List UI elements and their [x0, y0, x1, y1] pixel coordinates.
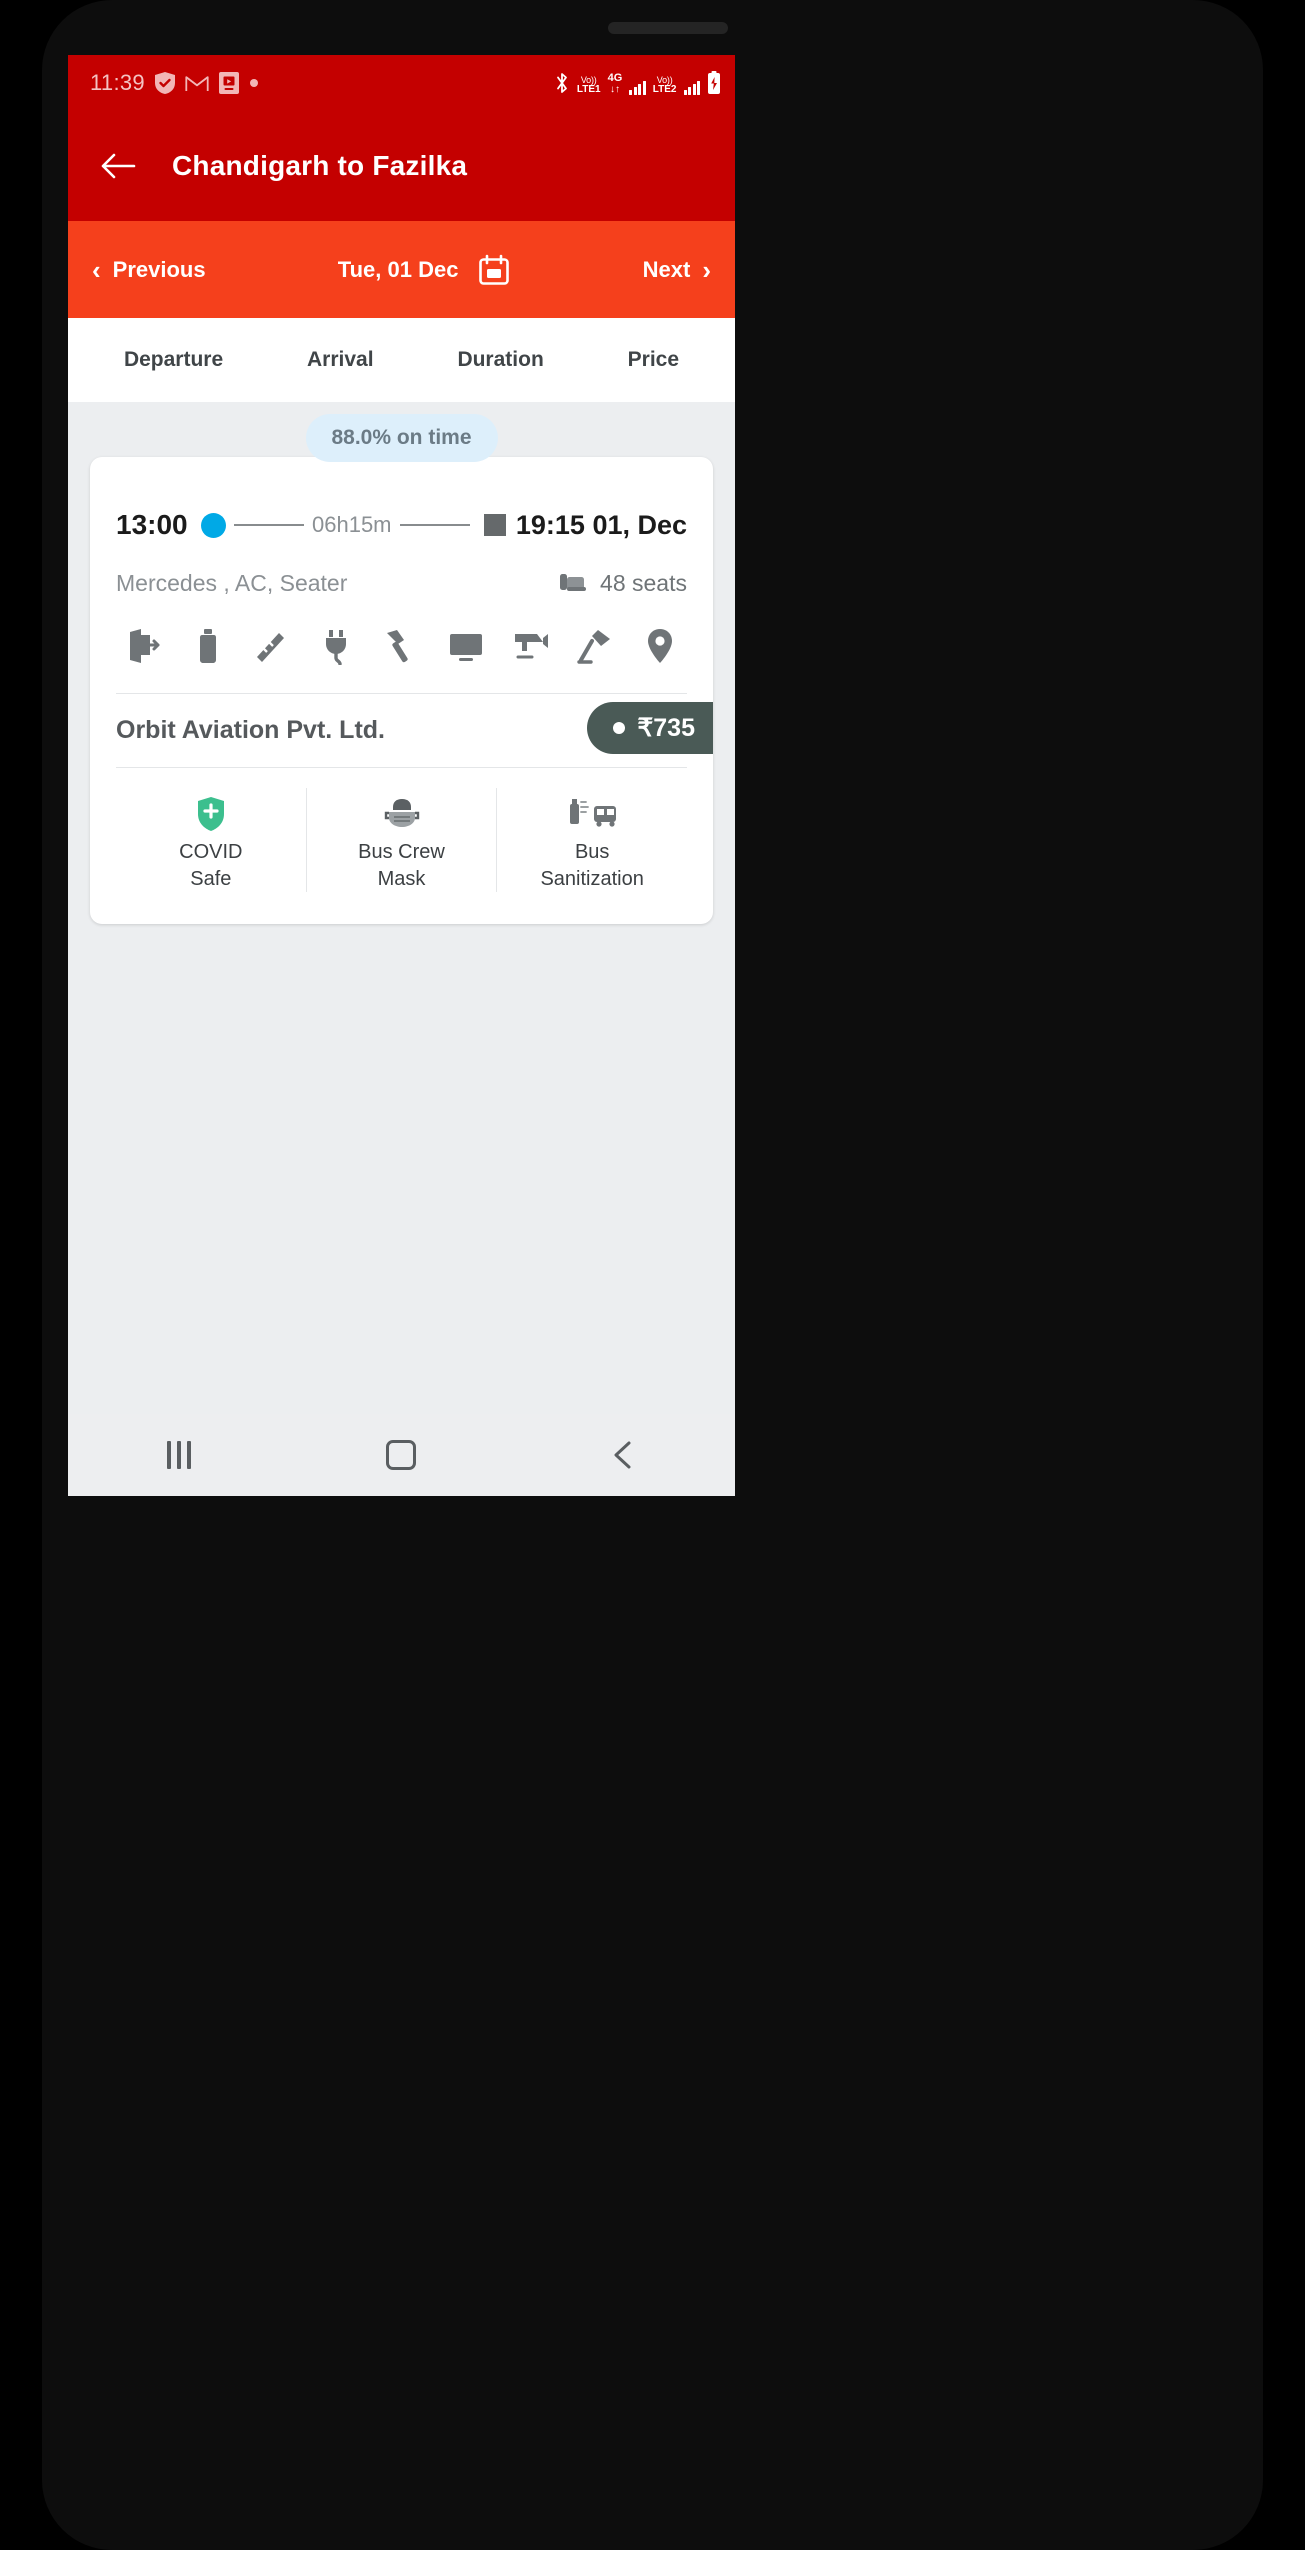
safety-bus-sanitization: Bus Sanitization — [496, 788, 687, 892]
water-bottle-icon — [185, 623, 231, 669]
safety-covid-safe-line2: Safe — [190, 868, 232, 890]
tab-price[interactable]: Price — [628, 348, 679, 372]
safety-bus-sanitization-line1: Bus — [574, 841, 610, 863]
safety-bus-sanitization-line2: Sanitization — [540, 868, 644, 890]
network-label: 4G — [607, 71, 623, 84]
home-icon[interactable] — [366, 1420, 436, 1490]
tab-departure[interactable]: Departure — [124, 348, 223, 372]
recents-icon[interactable] — [144, 1420, 214, 1490]
app-bar: Chandigarh to Fazilka — [68, 111, 735, 221]
bluetooth-icon — [554, 71, 570, 95]
departure-time: 13:00 — [116, 509, 188, 540]
selected-date-label: Tue, 01 Dec — [337, 256, 459, 282]
gmail-icon — [185, 73, 209, 93]
bus-type-label: Mercedes , AC, Seater — [116, 569, 348, 596]
tab-arrival[interactable]: Arrival — [307, 348, 374, 372]
sim2-volte-bottom: LTE2 — [652, 84, 677, 95]
mask-face-icon — [384, 788, 420, 832]
sim1-volte-bottom: LTE1 — [576, 84, 601, 95]
journey-timing-row: 13:00 06h15m 19:15 01, Dec — [116, 509, 687, 541]
safety-bus-crew-mask-line1: Bus Crew — [358, 841, 445, 863]
timeline-left-line — [233, 524, 304, 526]
amenities-row — [116, 623, 687, 694]
safety-bus-crew-mask: Bus Crew Mask — [305, 788, 497, 892]
safety-covid-safe: COVID Safe — [116, 788, 306, 892]
sim1-signal-bars-icon — [629, 79, 646, 95]
timeline-right-line — [399, 524, 470, 526]
back-icon[interactable] — [589, 1420, 659, 1490]
sort-tabs: Departure Arrival Duration Price — [68, 318, 735, 402]
seats-count: 48 seats — [600, 569, 687, 596]
android-navigation-bar — [68, 1414, 735, 1496]
reading-light-icon — [572, 623, 618, 669]
phone-screenshot: 11:39 Vo)) LTE1 4G ↓↑ Vo)) LTE2 Chandiga… — [0, 0, 1305, 2550]
shield-check-icon — [154, 71, 176, 95]
back-arrow-icon[interactable] — [98, 146, 138, 186]
status-bar-right: Vo)) LTE1 4G ↓↑ Vo)) LTE2 — [554, 71, 721, 95]
emergency-hammer-icon — [379, 623, 425, 669]
arrival-time: 19:15 01, Dec — [515, 509, 688, 540]
sim2-signal-bars-icon — [683, 79, 700, 95]
date-navigation-bar: ‹ Previous Tue, 01 Dec Next › — [68, 221, 735, 318]
charging-point-icon — [314, 623, 360, 669]
calendar-icon[interactable] — [478, 254, 510, 286]
bus-result-card[interactable]: 13:00 06h15m 19:15 01, Dec Mercedes , AC… — [90, 457, 713, 924]
next-day-label: Next — [642, 256, 691, 282]
status-bar: 11:39 Vo)) LTE1 4G ↓↑ Vo)) LTE2 — [68, 55, 735, 111]
on-time-badge: 88.0% on time — [305, 414, 498, 462]
seat-icon — [558, 569, 588, 597]
safety-bus-crew-mask-line2: Mask — [377, 868, 426, 890]
selected-date[interactable]: Tue, 01 Dec — [338, 254, 511, 286]
earpiece-speaker — [608, 22, 728, 34]
gps-tracking-icon — [637, 623, 683, 669]
sanitize-spray-bus-icon — [564, 788, 620, 832]
operator-name: Orbit Aviation Pvt. Ltd. — [116, 716, 385, 744]
dot-icon — [249, 78, 259, 88]
safety-covid-safe-line1: COVID — [179, 841, 243, 863]
previous-day-label: Previous — [112, 256, 206, 282]
price-tag-dot-icon — [613, 722, 626, 734]
previous-day-button[interactable]: ‹ Previous — [92, 257, 206, 283]
departure-dot-icon — [200, 512, 226, 538]
chevron-left-icon: ‹ — [92, 254, 101, 285]
tv-icon — [443, 623, 489, 669]
bus-results-list: 88.0% on time 13:00 06h15m 19:15 01, Dec… — [68, 402, 735, 1402]
tab-duration[interactable]: Duration — [457, 348, 543, 372]
emergency-exit-icon — [120, 623, 166, 669]
journey-duration: 06h15m — [312, 512, 392, 537]
status-bar-left: 11:39 — [90, 70, 259, 96]
cctv-camera-icon — [508, 623, 554, 669]
next-day-button[interactable]: Next › — [643, 257, 711, 283]
sim1-volte-indicator: Vo)) LTE1 — [577, 76, 601, 95]
seats-available: 48 seats — [558, 569, 687, 597]
price-tag[interactable]: ₹735 — [587, 702, 713, 754]
price-value: ₹735 — [637, 714, 695, 742]
blanket-icon — [249, 623, 295, 669]
sim2-volte-indicator: Vo)) LTE2 — [653, 76, 677, 95]
network-arrows: ↓↑ — [609, 83, 620, 95]
phone-screen: 11:39 Vo)) LTE1 4G ↓↑ Vo)) LTE2 Chandiga… — [68, 55, 735, 1496]
page-title: Chandigarh to Fazilka — [172, 150, 468, 181]
operator-row: Orbit Aviation Pvt. Ltd. ₹735 — [116, 694, 713, 768]
battery-charging-icon — [707, 71, 721, 95]
chevron-right-icon: › — [702, 254, 711, 285]
network-type-indicator: 4G ↓↑ — [607, 71, 623, 95]
safety-measures-row: COVID Safe Bus Crew Mask Bus Sanitizatio… — [116, 768, 687, 910]
bus-type-row: Mercedes , AC, Seater 48 seats — [116, 569, 687, 597]
covid-shield-icon — [196, 788, 226, 832]
screen-record-icon — [218, 71, 240, 95]
status-time: 11:39 — [90, 70, 145, 95]
arrival-square-icon — [483, 514, 506, 536]
